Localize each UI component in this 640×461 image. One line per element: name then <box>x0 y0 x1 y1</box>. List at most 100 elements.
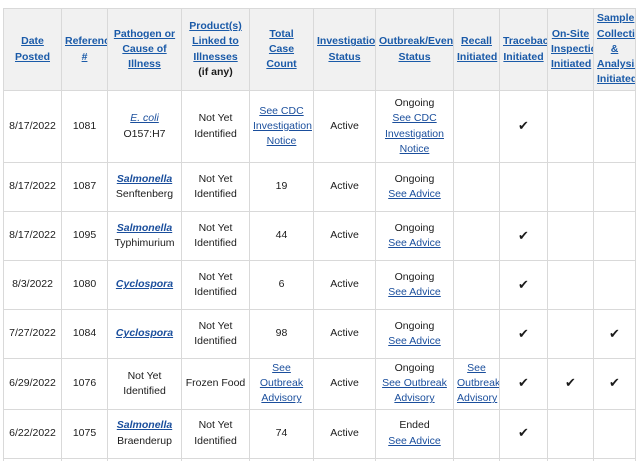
sort-link-reference-number[interactable]: Reference# <box>65 35 107 62</box>
cell-product: Not Yet Identified <box>181 90 250 163</box>
cell-onsite-inspection <box>547 408 594 459</box>
cell-onsite-inspection <box>547 162 594 212</box>
cell-investigation-status: Active <box>313 358 376 410</box>
cell-sample-collection <box>593 162 636 212</box>
cell-product: Not Yet Identified <box>181 260 250 310</box>
cell-date: 8/3/2022 <box>3 260 62 310</box>
cell-date: 6/22/2022 <box>3 408 62 459</box>
pathogen-link[interactable]: Cyclospora <box>116 278 173 290</box>
outbreak-advice-link[interactable]: See Advice <box>388 335 441 347</box>
cell-sample-collection <box>593 211 636 261</box>
cell-reference: 1087 <box>61 162 108 212</box>
cell-investigation-status: Active <box>313 90 376 163</box>
outbreak-status-text: Ended <box>399 419 430 432</box>
header-outbreak-status: Outbreak/Event Status <box>375 8 454 91</box>
cell-date: 6/29/2022 <box>3 358 62 410</box>
pathogen-link[interactable]: Cyclospora <box>116 327 173 339</box>
check-icon: ✔ <box>518 118 529 134</box>
cell-outbreak-status: Ongoing See Advice <box>375 309 454 359</box>
outbreak-status-text: Ongoing <box>394 319 435 332</box>
cell-pathogen: Salmonella Senftenberg <box>107 162 182 212</box>
outbreak-advice-link[interactable]: See CDC Investigation Notice <box>385 112 444 154</box>
table-header-row: DatePosted Reference# Pathogen orCause of … <box>3 8 636 91</box>
case-count-link[interactable]: See CDC Investigation Notice <box>253 105 312 147</box>
cell-traceback: ✔ <box>499 408 548 459</box>
cell-reference: 1095 <box>61 211 108 261</box>
sort-link-products-linked[interactable]: Product(s) Linked to Illnesses <box>189 20 242 62</box>
cell-case-count: 19 <box>249 162 314 212</box>
outbreak-advice-link[interactable]: See Advice <box>388 435 441 447</box>
outbreak-table-container: DatePosted Reference# Pathogen orCause of … <box>0 0 640 461</box>
check-icon: ✔ <box>609 375 620 391</box>
table-row: 7/27/2022 1084 Cyclospora Not Yet Identifie… <box>3 309 636 359</box>
cell-case-count: 44 <box>249 211 314 261</box>
cell-date: 8/17/2022 <box>3 162 62 212</box>
cell-recall: See Outbreak Advisory <box>453 358 500 410</box>
pathogen-link[interactable]: Salmonella <box>117 419 172 431</box>
header-pathogen: Pathogen or Cause of Illness <box>107 8 182 91</box>
sort-link-investigation-status[interactable]: Investigation Status <box>317 35 375 62</box>
sort-link-pathogen[interactable]: Pathogen or Cause of Illness <box>114 28 175 70</box>
header-reference-number: Reference# <box>61 8 108 91</box>
cell-reference: 1075 <box>61 408 108 459</box>
cell-outbreak-status: Ongoing See Outbreak Advisory <box>375 358 454 410</box>
cell-pathogen: Salmonella Braenderup <box>107 408 182 459</box>
pathogen-detail: Typhimurium <box>114 237 175 249</box>
outbreak-advice-link[interactable]: See Advice <box>388 286 441 298</box>
cell-product: Not Yet Identified <box>181 211 250 261</box>
cell-sample-collection: ✔ <box>593 309 636 359</box>
cell-traceback: ✔ <box>499 260 548 310</box>
check-icon: ✔ <box>565 375 576 391</box>
cell-pathogen: E. coli O157:H7 <box>107 90 182 163</box>
cell-investigation-status: Active <box>313 162 376 212</box>
cell-onsite-inspection <box>547 211 594 261</box>
cell-pathogen: Cyclospora <box>107 309 182 359</box>
cell-reference: 1084 <box>61 309 108 359</box>
cell-onsite-inspection: ✔ <box>547 358 594 410</box>
recall-link[interactable]: See Outbreak Advisory <box>457 362 499 404</box>
pathogen-link[interactable]: Salmonella <box>117 173 172 185</box>
pathogen-detail: O157:H7 <box>123 127 166 140</box>
cell-product: Not Yet Identified <box>181 309 250 359</box>
header-onsite-inspection-initiated: On-SiteInspectionInitiated <box>547 8 594 91</box>
cell-product: Frozen Food <box>181 358 250 410</box>
cell-onsite-inspection <box>547 90 594 163</box>
header-products-linked: Product(s) Linked to Illnesses (if any) <box>181 8 250 91</box>
cell-traceback <box>499 162 548 212</box>
sort-link-sample-collection-initiated[interactable]: SampleCollection&AnalysisInitiated <box>597 12 635 85</box>
sort-link-outbreak-status[interactable]: Outbreak/Event Status <box>379 35 453 62</box>
sort-link-date-posted[interactable]: Date Posted <box>15 35 50 62</box>
cell-recall <box>453 408 500 459</box>
case-count-link[interactable]: See Outbreak Advisory <box>260 362 303 404</box>
cell-recall <box>453 211 500 261</box>
check-icon: ✔ <box>518 276 529 292</box>
pathogen-link[interactable]: E. coli <box>130 112 159 124</box>
cell-investigation-status: Active <box>313 309 376 359</box>
table-row: 6/29/2022 1076 Not Yet Identified Frozen Fo… <box>3 358 636 410</box>
cell-case-count: 98 <box>249 309 314 359</box>
header-investigation-status: Investigation Status <box>313 8 376 91</box>
sort-link-recall-initiated[interactable]: Recall Initiated <box>457 35 497 62</box>
cell-outbreak-status: Ongoing See CDC Investigation Notice <box>375 90 454 163</box>
outbreak-status-text: Ongoing <box>394 172 435 185</box>
cell-pathogen: Salmonella Typhimurium <box>107 211 182 261</box>
outbreak-advice-link[interactable]: See Outbreak Advisory <box>382 377 447 404</box>
table-row: 8/3/2022 1080 Cyclospora Not Yet Identified… <box>3 260 636 310</box>
table-row: 8/17/2022 1087 Salmonella Senftenberg Not Ye… <box>3 162 636 212</box>
outbreak-investigations-table: DatePosted Reference# Pathogen orCause of … <box>3 8 636 461</box>
header-traceback-initiated: TracebackInitiated <box>499 8 548 91</box>
header-total-case-count: Total Case Count <box>249 8 314 91</box>
outbreak-advice-link[interactable]: See Advice <box>388 237 441 249</box>
sort-link-traceback-initiated[interactable]: TracebackInitiated <box>503 35 547 62</box>
sort-link-onsite-inspection-initiated[interactable]: On-SiteInspectionInitiated <box>551 28 593 70</box>
outbreak-status-text: Ongoing <box>394 97 435 110</box>
header-note: (if any) <box>198 65 233 78</box>
outbreak-advice-link[interactable]: See Advice <box>388 188 441 200</box>
cell-investigation-status: Active <box>313 260 376 310</box>
cell-outbreak-status: Ongoing See Advice <box>375 162 454 212</box>
check-icon: ✔ <box>518 375 529 391</box>
cell-investigation-status: Active <box>313 408 376 459</box>
cell-traceback: ✔ <box>499 90 548 163</box>
pathogen-link[interactable]: Salmonella <box>117 222 172 234</box>
sort-link-total-case-count[interactable]: Total Case Count <box>266 28 296 70</box>
